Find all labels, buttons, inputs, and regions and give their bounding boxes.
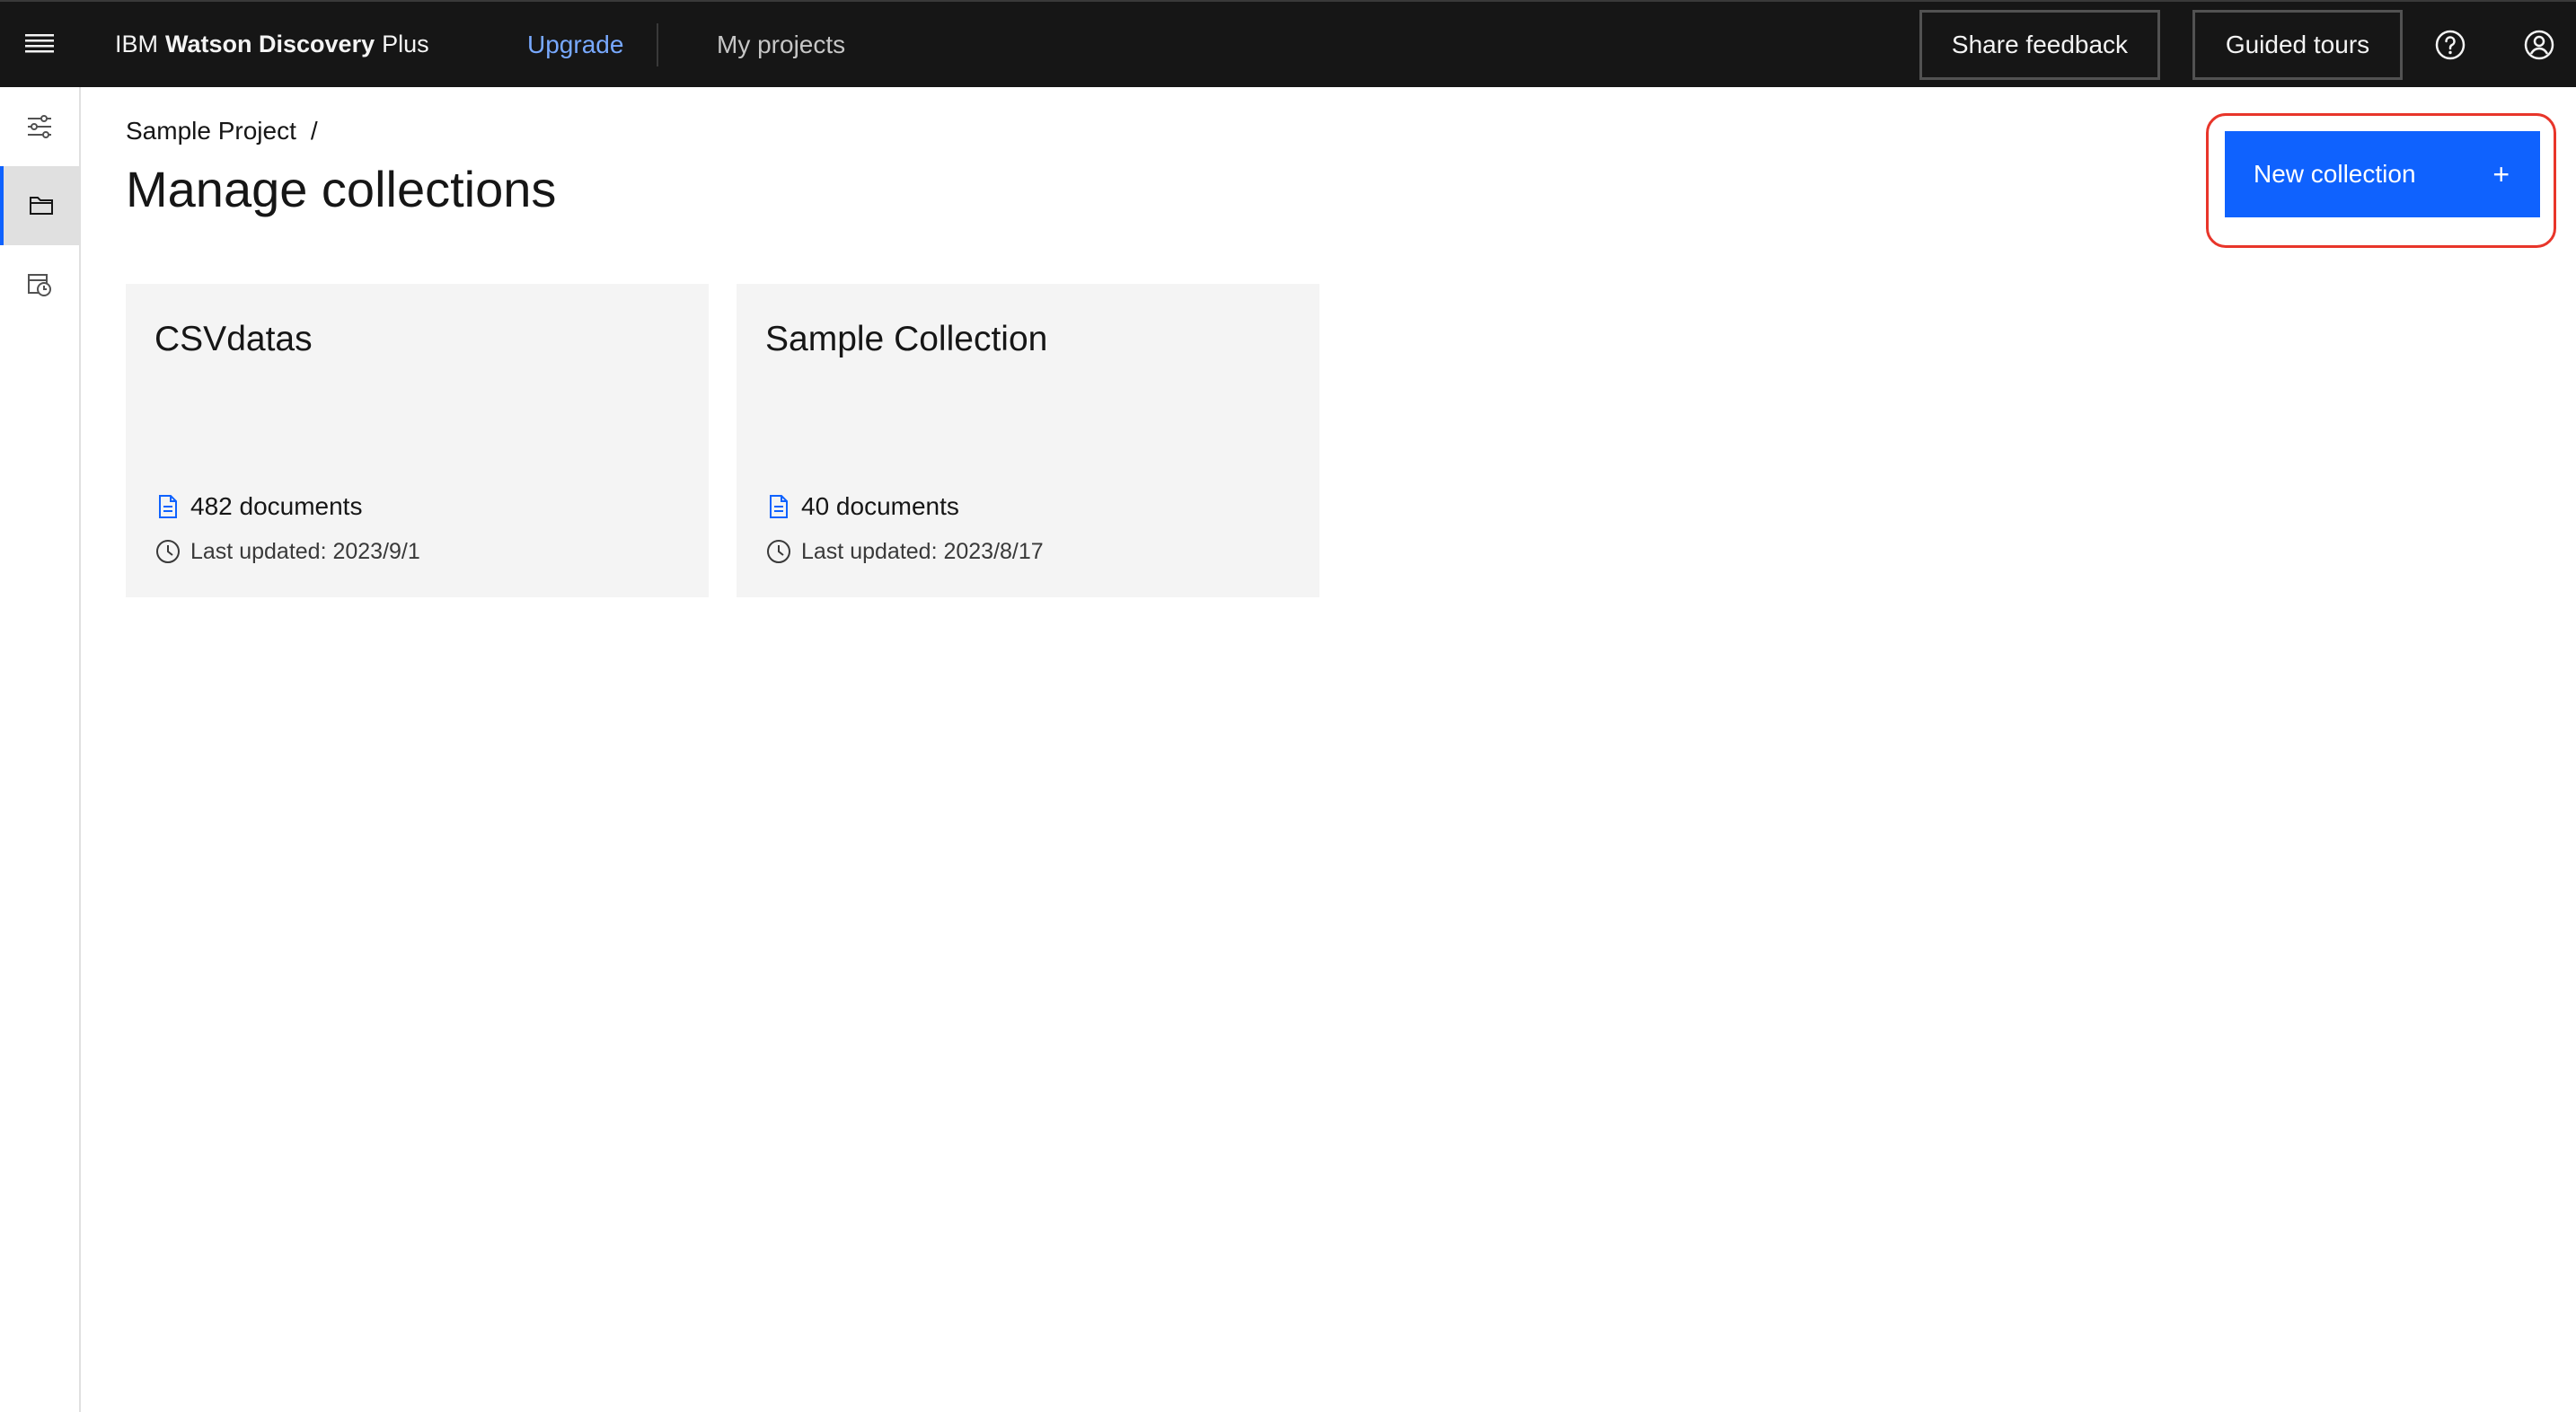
document-count-text: 40 documents bbox=[801, 492, 959, 520]
new-collection-button[interactable]: New collection + bbox=[2225, 131, 2540, 217]
clock-icon bbox=[765, 538, 792, 565]
collection-last-updated: Last updated: 2023/8/17 bbox=[765, 538, 1044, 565]
breadcrumb: Sample Project / bbox=[126, 117, 318, 146]
data-scheduled-icon[interactable] bbox=[0, 245, 79, 324]
collection-name: Sample Collection bbox=[765, 320, 1048, 358]
brand-suffix: Plus bbox=[382, 31, 429, 57]
nav-divider bbox=[657, 23, 658, 66]
plus-icon: + bbox=[2492, 158, 2510, 190]
document-icon bbox=[765, 493, 792, 520]
breadcrumb-separator: / bbox=[310, 117, 318, 145]
document-count-text: 482 documents bbox=[190, 492, 363, 520]
share-feedback-button[interactable]: Share feedback bbox=[1919, 10, 2160, 80]
settings-adjust-icon[interactable] bbox=[0, 87, 79, 166]
collection-document-count: 40 documents bbox=[765, 492, 959, 521]
new-collection-label: New collection bbox=[2254, 160, 2416, 188]
collection-last-updated: Last updated: 2023/9/1 bbox=[154, 538, 420, 565]
document-icon bbox=[154, 493, 181, 520]
top-header: IBM Watson Discovery Plus Upgrade My pro… bbox=[0, 0, 2576, 87]
last-updated-text: Last updated: 2023/9/1 bbox=[190, 538, 420, 564]
clock-icon bbox=[154, 538, 181, 565]
collection-card[interactable]: Sample Collection 40 documents Last upda… bbox=[737, 284, 1319, 597]
brand-bold: Watson Discovery bbox=[165, 31, 375, 57]
collection-card[interactable]: CSVdatas 482 documents Last updated: 202… bbox=[126, 284, 709, 597]
help-icon[interactable] bbox=[2423, 18, 2477, 72]
collection-name: CSVdatas bbox=[154, 320, 313, 358]
collection-document-count: 482 documents bbox=[154, 492, 362, 521]
my-projects-link[interactable]: My projects bbox=[717, 2, 845, 87]
page-title: Manage collections bbox=[126, 161, 557, 217]
breadcrumb-project-link[interactable]: Sample Project bbox=[126, 117, 296, 146]
folder-icon[interactable] bbox=[0, 166, 79, 245]
user-avatar-icon[interactable] bbox=[2512, 18, 2566, 72]
side-rail bbox=[0, 87, 81, 1412]
brand-prefix: IBM bbox=[115, 31, 159, 57]
menu-icon[interactable] bbox=[13, 14, 66, 72]
upgrade-link[interactable]: Upgrade bbox=[527, 2, 623, 87]
product-name[interactable]: IBM Watson Discovery Plus bbox=[115, 2, 429, 87]
guided-tours-button[interactable]: Guided tours bbox=[2192, 10, 2403, 80]
last-updated-text: Last updated: 2023/8/17 bbox=[801, 538, 1044, 564]
